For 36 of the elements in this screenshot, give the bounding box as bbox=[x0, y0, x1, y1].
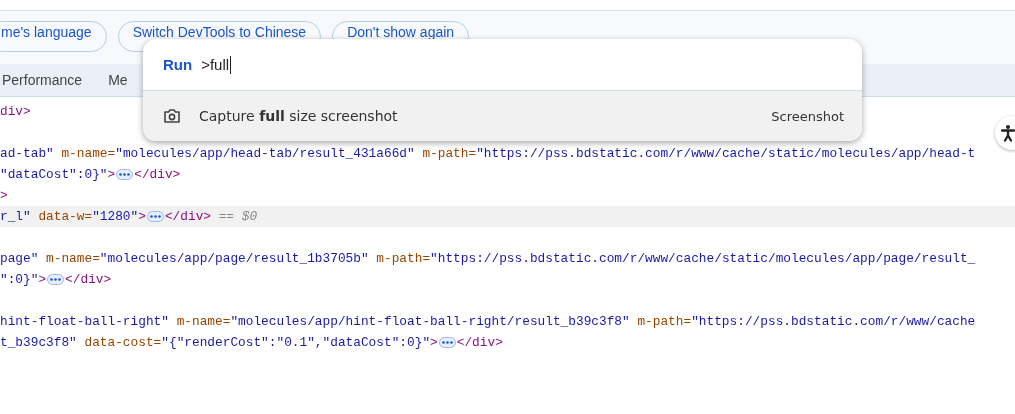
ellipsis-icon bbox=[149, 215, 161, 218]
code-text: hint-float-ball-right" m-name="molecules/app/hint-float-ball-right/result_b39c3f8" m-path="https://pss.bdstatic.com/r/www/cache bbox=[0, 314, 976, 329]
code-row[interactable]: hint-float-ball-right" m-name="molecules/app/hint-float-ball-right/result_b39c3f8" m-path="https://pss.bdstatic.com/r/www/cache bbox=[0, 290, 1015, 332]
ellipsis-icon bbox=[50, 278, 62, 281]
expand-button[interactable] bbox=[146, 211, 164, 222]
ellipsis-icon bbox=[119, 173, 131, 176]
code-text: </div> bbox=[134, 167, 181, 182]
code-row[interactable]: "dataCost":0}"> </div> bbox=[0, 164, 1015, 185]
expand-button[interactable] bbox=[438, 337, 456, 348]
panel-tab[interactable]: Performance bbox=[2, 72, 83, 88]
infobar-button[interactable]: me's language bbox=[0, 21, 107, 52]
code-text: </div> bbox=[65, 272, 112, 287]
code-text: "dataCost":0}"> bbox=[0, 167, 116, 182]
expand-button[interactable] bbox=[116, 169, 134, 180]
ellipsis-icon bbox=[441, 341, 453, 344]
panel-tab[interactable]: Me bbox=[108, 72, 128, 88]
code-row[interactable]: page" m-name="molecules/app/page/result_1b3705b" m-path="https://pss.bdstatic.com/r/www/cache/static/molecules/app/page/result_ bbox=[0, 227, 1015, 269]
code-text: </div> bbox=[456, 335, 503, 350]
result-category: Screenshot bbox=[771, 108, 844, 124]
code-row[interactable]: t_b39c3f8" data-cost="{"renderCost":"0.1","dataCost":0}"> </div> bbox=[0, 332, 1015, 353]
selected-row[interactable]: r_l" data-w="1280"> </div> == $0 bbox=[0, 206, 1015, 227]
camera-icon bbox=[163, 108, 181, 124]
code-text: page" m-name="molecules/app/page/result_1b3705b" m-path="https://pss.bdstatic.com/r/www/cache/static/molecules/app/page/result_ bbox=[0, 251, 976, 266]
code-text: ad-tab" m-name="molecules/app/head-tab/result_431a66d" m-path="https://pss.bdstatic.com/r/www/cache/static/molecules/app/head-t bbox=[0, 146, 976, 161]
expand-button[interactable] bbox=[47, 274, 65, 285]
code-row[interactable]: > bbox=[0, 185, 1015, 206]
code-text: t_b39c3f8" data-cost="{"renderCost":"0.1","dataCost":0}"> bbox=[0, 335, 438, 350]
command-input[interactable]: >full bbox=[201, 55, 232, 74]
code-text: > bbox=[0, 188, 8, 203]
run-label: Run bbox=[163, 56, 193, 73]
command-result[interactable]: Capture full size screenshot Screenshot bbox=[143, 91, 862, 141]
result-label: Capture full size screenshot bbox=[199, 108, 399, 124]
code-text: </div> == $0 bbox=[164, 209, 258, 224]
code-text: ":0}"> bbox=[0, 272, 47, 287]
code-text: r_l" data-w="1280"> bbox=[0, 209, 146, 224]
code-row[interactable]: ":0}"> </div> bbox=[0, 269, 1015, 290]
